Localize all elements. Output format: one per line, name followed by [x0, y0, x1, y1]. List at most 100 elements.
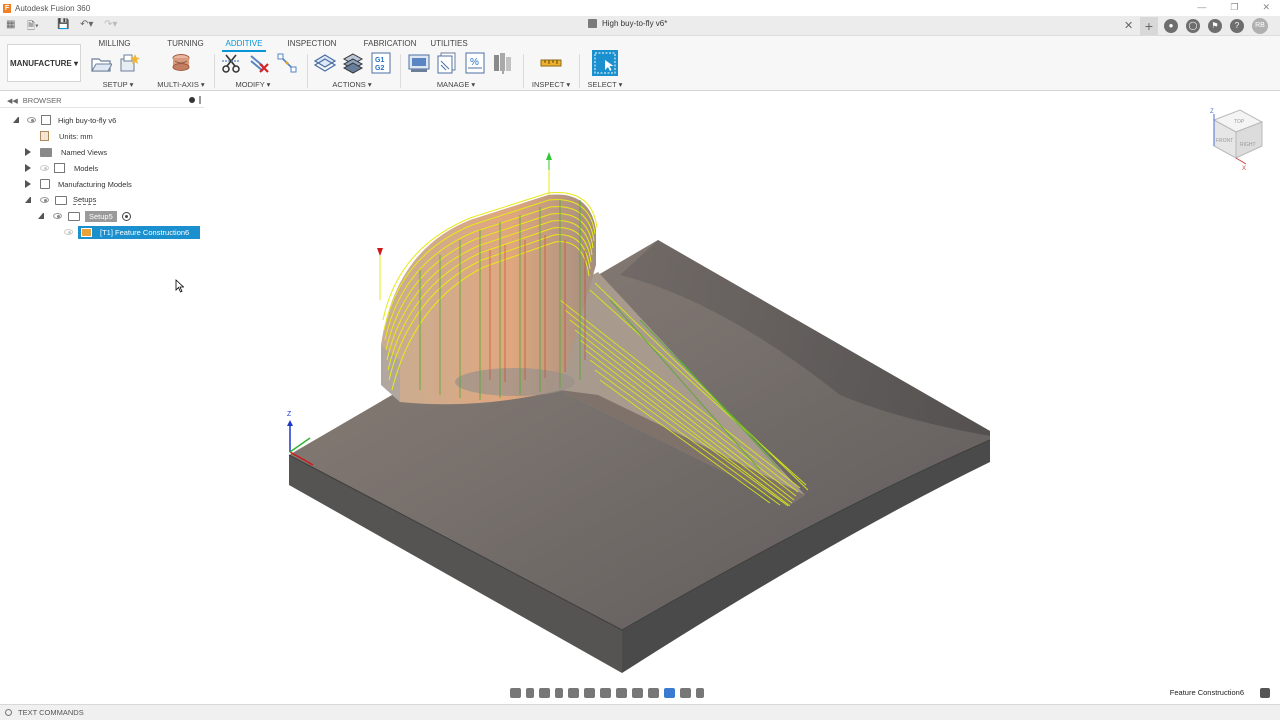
workspace-switcher[interactable]: MANUFACTURE ▾: [7, 44, 81, 82]
viewcube-right-label[interactable]: RIGHT: [1240, 142, 1256, 148]
viewports-icon[interactable]: [616, 688, 627, 698]
collapsed-icon[interactable]: [25, 164, 31, 172]
manage-group-label[interactable]: MANAGE ▾: [392, 80, 520, 89]
document-settings-icon: [40, 131, 49, 141]
navigation-bar: [510, 686, 704, 700]
units-label: Units: mm: [59, 131, 93, 141]
tree-setups[interactable]: Setups: [25, 193, 97, 207]
browser-title: BROWSER: [22, 96, 62, 105]
viewcube-top-label[interactable]: TOP: [1234, 119, 1245, 125]
multi-axis-group-label[interactable]: MULTI-AXIS ▾: [156, 80, 206, 89]
zoom-window-icon[interactable]: [568, 688, 579, 698]
link-path-icon[interactable]: [276, 52, 298, 74]
gear-icon[interactable]: [5, 709, 12, 716]
tool-library-icon[interactable]: [492, 52, 514, 74]
visibility-eye-icon[interactable]: [40, 165, 49, 171]
collapsed-icon[interactable]: [25, 180, 31, 188]
rotate-view-icon[interactable]: [648, 688, 659, 698]
text-commands-bar[interactable]: TEXT COMMANDS: [0, 704, 1280, 720]
restore-icon[interactable]: ❐: [1230, 2, 1238, 13]
post-process-gcode-icon[interactable]: G1 G2: [370, 52, 392, 74]
notifications-icon[interactable]: ⚑: [1208, 19, 1222, 33]
pan-hand-icon[interactable]: [539, 688, 550, 698]
job-status-icon[interactable]: ◯: [1186, 19, 1200, 33]
tree-root[interactable]: High buy-to-fly v6: [13, 113, 116, 127]
layers-icon[interactable]: [632, 688, 643, 698]
tree-manufacturing-models[interactable]: Manufacturing Models: [25, 177, 132, 191]
tree-named-views[interactable]: Named Views: [25, 145, 107, 159]
activate-setup-icon[interactable]: [121, 211, 131, 221]
expanded-icon[interactable]: [25, 197, 31, 203]
expanded-icon[interactable]: [38, 213, 44, 219]
delete-toolpath-icon[interactable]: [248, 52, 270, 74]
select-arrow-icon[interactable]: [592, 50, 618, 76]
undo-icon[interactable]: ↶▾: [80, 19, 93, 33]
help-icon[interactable]: ?: [1230, 19, 1244, 33]
file-menu-icon[interactable]: 🗎▾: [27, 19, 39, 33]
display-settings-icon[interactable]: [584, 688, 595, 698]
visibility-eye-icon[interactable]: [53, 213, 62, 219]
3d-viewport[interactable]: Z TOP FRONT RIGHT Z X: [205, 92, 1280, 686]
viewcube-x-label: X: [1242, 166, 1246, 172]
expanded-icon[interactable]: [13, 117, 19, 123]
tree-models[interactable]: Models: [25, 161, 98, 175]
setup-icon: [68, 211, 80, 221]
ribbon-divider: [523, 54, 524, 88]
viewcube[interactable]: TOP FRONT RIGHT Z X: [1210, 109, 1264, 172]
template-library-icon[interactable]: [436, 52, 458, 74]
root-label: High buy-to-fly v6: [58, 115, 117, 125]
simulate-layers-icon[interactable]: [313, 52, 337, 74]
app-title: Autodesk Fusion 360: [15, 3, 91, 13]
inspect-group-label[interactable]: INSPECT ▾: [530, 80, 572, 89]
environment-icon[interactable]: [680, 688, 691, 698]
browser-resize-handle[interactable]: [199, 96, 201, 104]
visibility-eye-icon[interactable]: [64, 229, 73, 235]
collapse-browser-icon[interactable]: ◀◀: [7, 97, 18, 105]
window-close-icon[interactable]: ✕: [1262, 2, 1270, 13]
actions-group-label[interactable]: ACTIONS ▾: [310, 80, 394, 89]
machine-library-icon[interactable]: [408, 52, 430, 74]
save-icon[interactable]: 💾: [57, 19, 69, 33]
modify-group: MODIFY ▾: [220, 51, 302, 89]
document-tab[interactable]: High buy-to-fly v6*: [588, 19, 667, 28]
minimize-icon[interactable]: —: [1197, 2, 1206, 13]
visibility-eye-icon[interactable]: [40, 197, 49, 203]
ribbon-divider: [307, 54, 308, 88]
open-folder-icon[interactable]: [90, 52, 113, 74]
modify-group-label[interactable]: MODIFY ▾: [204, 80, 302, 89]
zoom-icon[interactable]: [555, 688, 563, 698]
trim-scissors-icon[interactable]: [220, 52, 242, 74]
manufacturing-model-icon: [40, 179, 50, 189]
select-group-label[interactable]: SELECT ▾: [586, 80, 624, 89]
filter-icon[interactable]: [696, 688, 704, 698]
tree-setup[interactable]: Setup5: [38, 209, 131, 223]
visibility-eye-icon[interactable]: [27, 117, 36, 123]
orbit-icon[interactable]: [510, 688, 521, 698]
look-at-icon[interactable]: [526, 688, 534, 698]
viewcube-front-label[interactable]: FRONT: [1216, 138, 1233, 144]
effects-icon[interactable]: [664, 688, 675, 698]
selected-operation[interactable]: [T1] Feature Construction6: [78, 225, 200, 239]
extensions-icon[interactable]: ●: [1164, 19, 1178, 33]
tree-units[interactable]: Units: mm: [40, 129, 93, 143]
browser-header[interactable]: ◀◀ BROWSER: [0, 94, 204, 108]
redo-icon[interactable]: ↷▾: [104, 19, 117, 33]
selection-filter-icon[interactable]: [1260, 688, 1270, 698]
browser-pin-icon[interactable]: [189, 97, 195, 103]
new-tab-button[interactable]: +: [1140, 17, 1158, 35]
stack-layers-icon[interactable]: [342, 52, 364, 74]
post-library-icon[interactable]: %: [464, 52, 486, 74]
manage-group: % MANAGE ▾: [408, 51, 520, 89]
close-tab-icon[interactable]: ✕: [1124, 19, 1133, 32]
measure-icon[interactable]: [540, 52, 562, 74]
manufacturing-models-label: Manufacturing Models: [58, 179, 132, 189]
svg-text:G2: G2: [375, 65, 384, 72]
multi-axis-icon[interactable]: [170, 52, 192, 74]
collapsed-icon[interactable]: [25, 148, 31, 156]
setup-group-label[interactable]: SETUP ▾: [90, 80, 146, 89]
tree-operation[interactable]: [T1] Feature Construction6: [64, 225, 200, 239]
new-setup-icon[interactable]: [118, 52, 140, 74]
avatar[interactable]: RB: [1252, 18, 1268, 34]
data-panel-grid-icon[interactable]: ▦: [6, 19, 15, 33]
grid-settings-icon[interactable]: [600, 688, 611, 698]
